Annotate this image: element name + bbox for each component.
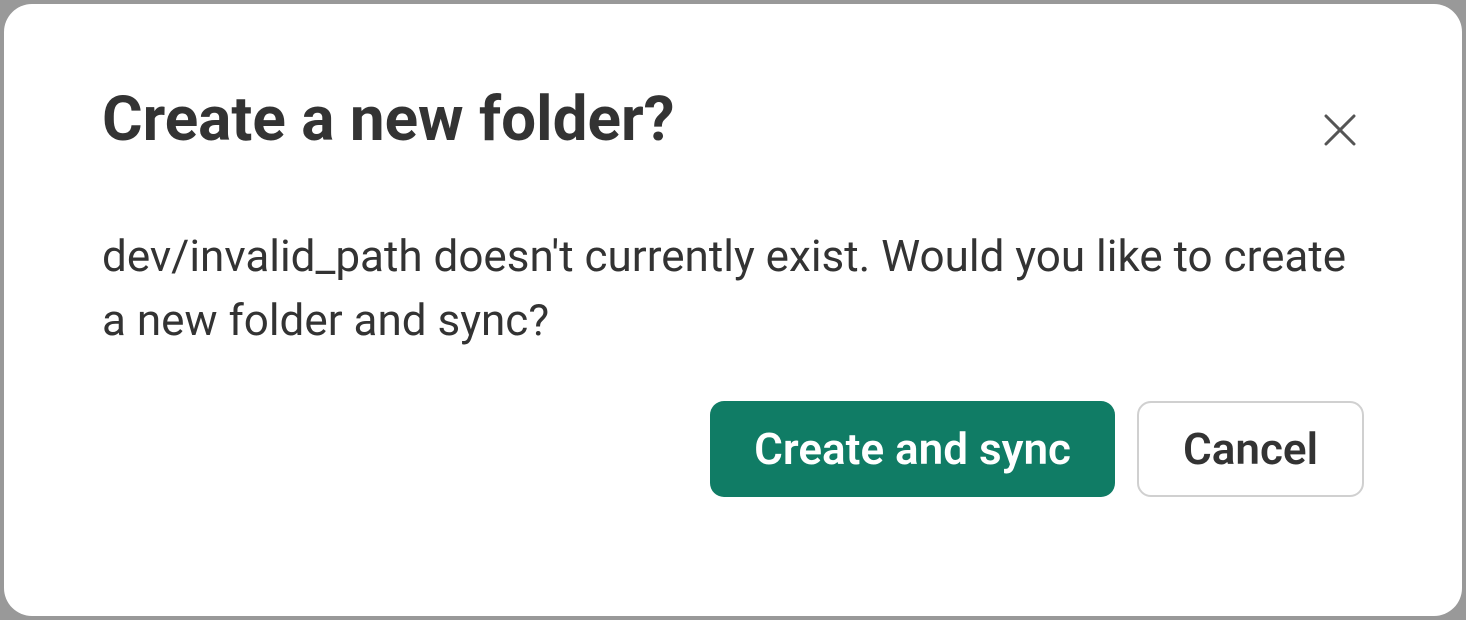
create-folder-dialog: Create a new folder? dev/invalid_path do… — [4, 4, 1462, 616]
close-button[interactable] — [1308, 98, 1372, 165]
dialog-footer: Create and sync Cancel — [102, 401, 1364, 497]
cancel-button[interactable]: Cancel — [1137, 401, 1364, 497]
dialog-title: Create a new folder? — [102, 86, 675, 154]
dialog-header: Create a new folder? — [102, 86, 1364, 165]
dialog-body-text: dev/invalid_path doesn't currently exist… — [102, 225, 1364, 353]
create-and-sync-button[interactable]: Create and sync — [710, 401, 1115, 497]
close-icon — [1316, 106, 1364, 157]
